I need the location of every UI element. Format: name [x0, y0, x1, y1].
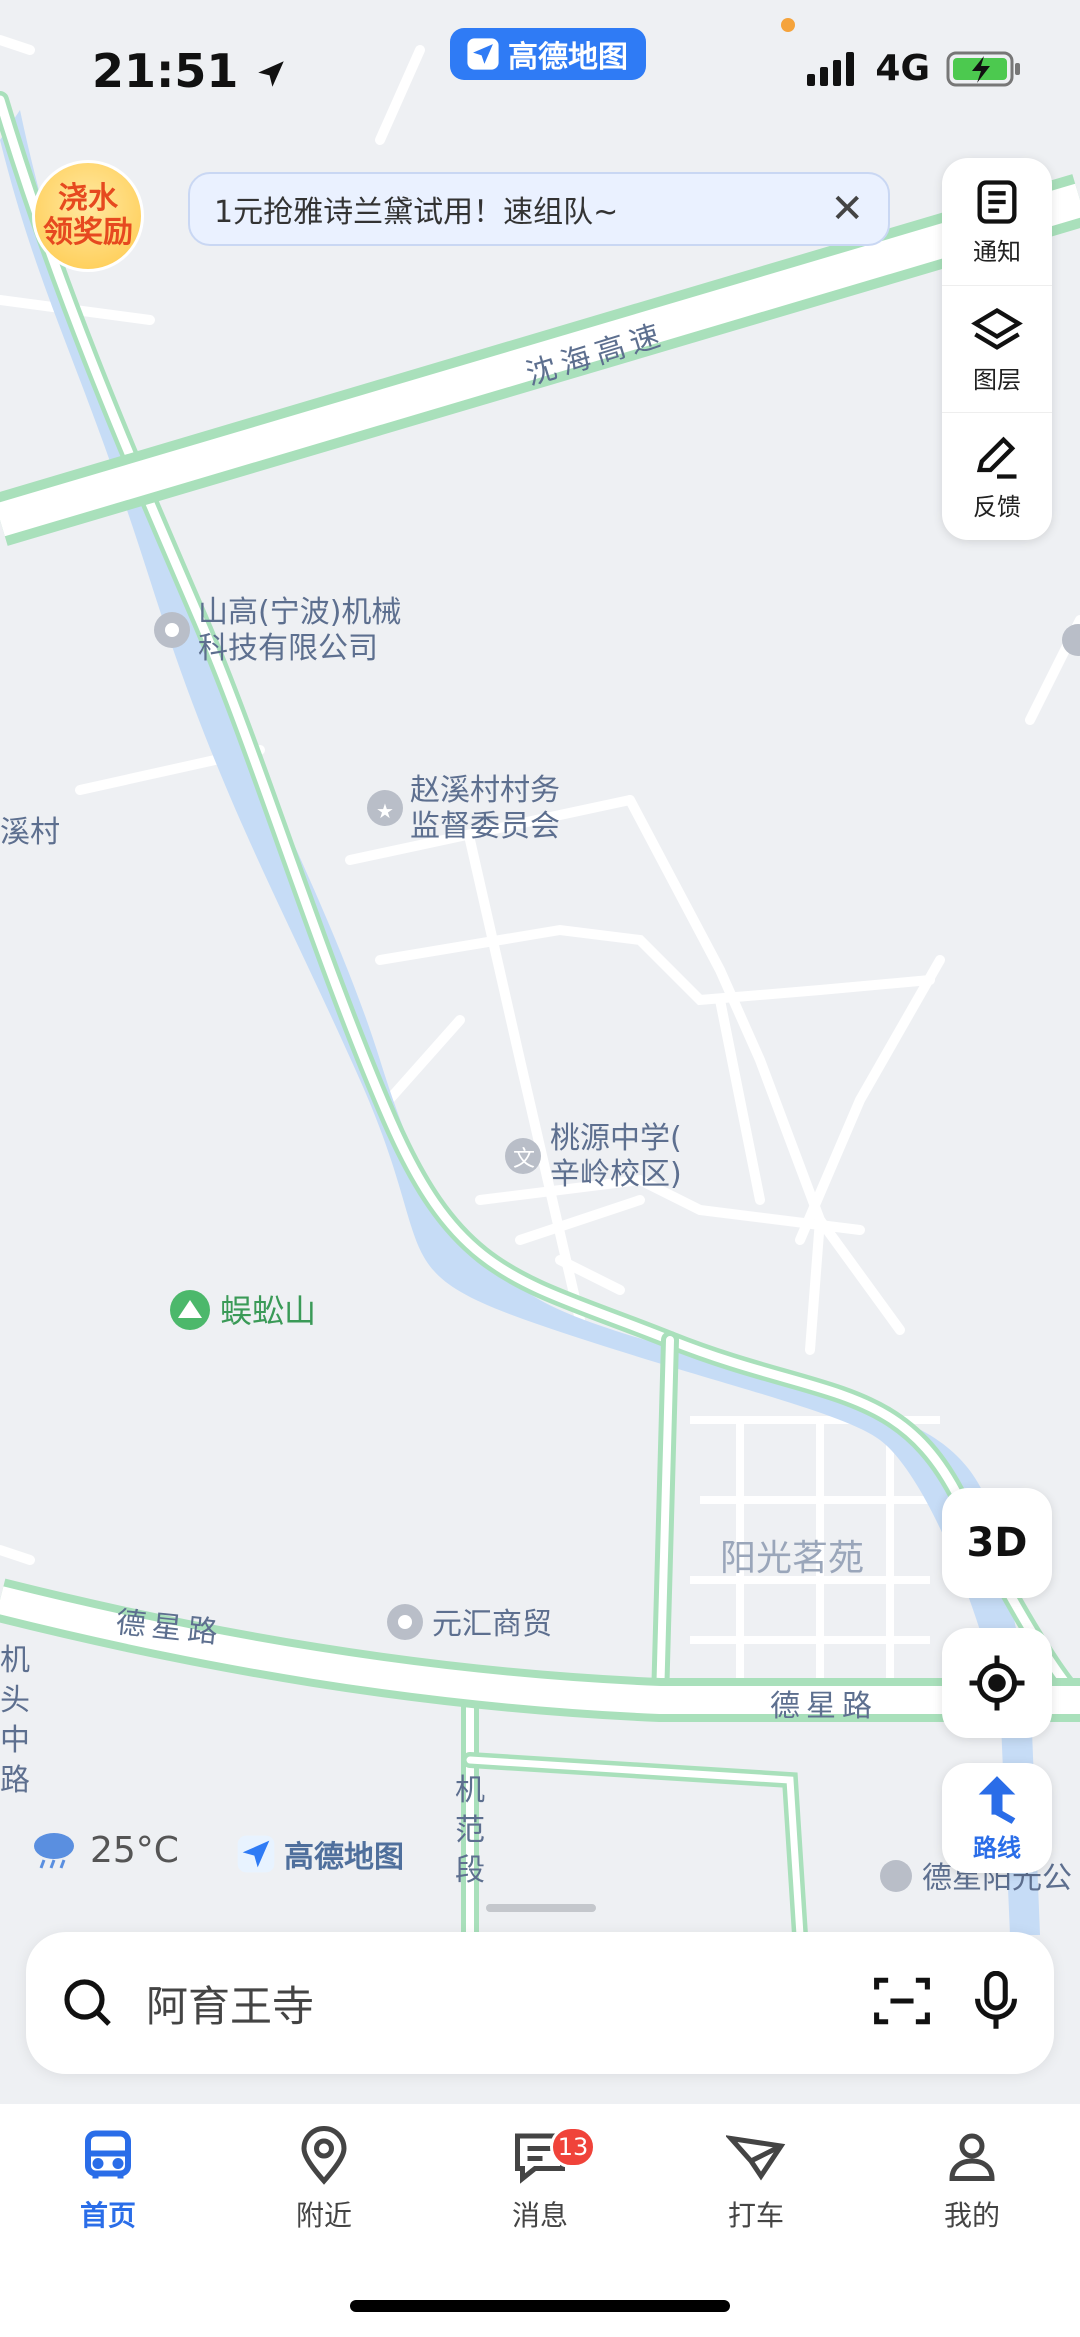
poi-yuanhui[interactable]: 元汇商贸 — [387, 1604, 552, 1642]
svg-text:文: 文 — [513, 1147, 535, 1172]
status-time: 21:51 — [92, 44, 288, 98]
route-button[interactable]: 路线 — [942, 1763, 1052, 1873]
svg-text:蜈蚣山: 蜈蚣山 — [220, 1292, 316, 1330]
locate-button[interactable] — [942, 1628, 1052, 1738]
battery-charging-icon — [946, 51, 1020, 86]
dexing-road-label-right: 德星路 — [770, 1689, 878, 1724]
water-reward-badge[interactable]: 浇水 领奖励 — [32, 160, 144, 272]
map-tools-panel: 通知 图层 反馈 — [942, 158, 1052, 540]
profile-icon — [949, 2133, 995, 2181]
map-canvas[interactable]: 沈海高速 德星路 德星路 机 范 段 机 头 中 路 山高(宁波)机械 科技有限… — [0, 0, 1080, 1935]
amap-watermark: 高德地图 — [236, 1832, 404, 1876]
voice-button[interactable] — [972, 1970, 1020, 2035]
search-input[interactable]: 阿育王寺 — [146, 1973, 832, 2034]
poi-mountain[interactable]: 蜈蚣山 — [170, 1290, 316, 1330]
bus-icon — [85, 2130, 131, 2179]
location-pin-icon — [301, 2126, 347, 2185]
jifan-road-label: 机 范 段 — [455, 1773, 485, 1888]
amap-logo-icon — [467, 38, 499, 70]
tool-layers[interactable]: 图层 — [942, 284, 1052, 413]
route-arrow-icon — [978, 1775, 1016, 1824]
tab-messages[interactable]: 消息 13 — [470, 2126, 610, 2234]
promo-banner[interactable]: 1元抢雅诗兰黛试用！速组队~ ✕ — [188, 172, 890, 246]
tab-nearby[interactable]: 附近 — [254, 2126, 394, 2234]
svg-text:辛岭校区): 辛岭校区) — [550, 1157, 682, 1192]
close-icon[interactable]: ✕ — [830, 186, 864, 232]
svg-text:范: 范 — [455, 1813, 485, 1848]
notice-icon — [977, 180, 1017, 224]
microphone-icon — [975, 1970, 1017, 2029]
app-back-pill[interactable]: 高德地图 — [450, 28, 646, 80]
tab-taxi[interactable]: 打车 — [686, 2126, 826, 2234]
location-arrow-icon — [258, 61, 285, 87]
promo-banner-text: 1元抢雅诗兰黛试用！速组队~ — [214, 195, 619, 230]
status-indicators: 4G — [807, 48, 1022, 89]
svg-text:段: 段 — [455, 1853, 485, 1888]
tab-home[interactable]: 首页 — [38, 2126, 178, 2234]
tool-feedback[interactable]: 反馈 — [942, 412, 1052, 540]
weather-widget[interactable]: 25°C — [30, 1828, 179, 1872]
scan-icon — [874, 1977, 930, 2025]
privacy-indicator-dot — [781, 18, 795, 32]
svg-text:赵溪村村务: 赵溪村村务 — [410, 773, 560, 808]
svg-text:机: 机 — [455, 1773, 485, 1808]
locate-crosshair-icon — [969, 1655, 1025, 1711]
amap-logo-icon — [237, 1835, 275, 1873]
svg-text:科技有限公司: 科技有限公司 — [198, 631, 378, 666]
home-indicator[interactable] — [350, 2300, 730, 2312]
svg-text:★: ★ — [376, 799, 394, 823]
scan-button[interactable] — [872, 1973, 932, 2033]
message-count-badge: 13 — [550, 2126, 596, 2168]
feedback-icon — [976, 436, 1017, 479]
svg-text:头: 头 — [0, 1683, 30, 1718]
svg-text:元汇商贸: 元汇商贸 — [432, 1607, 552, 1642]
network-type: 4G — [875, 48, 930, 89]
rain-cloud-icon — [34, 1833, 74, 1869]
signal-icon — [807, 51, 855, 86]
svg-text:路: 路 — [0, 1763, 30, 1798]
search-bar[interactable]: 阿育王寺 — [26, 1932, 1054, 2074]
3d-toggle-button[interactable]: 3D — [942, 1488, 1052, 1598]
drawer-handle[interactable] — [486, 1904, 596, 1912]
tool-notice[interactable]: 通知 — [942, 158, 1052, 285]
label-xi-village: 溪村 — [0, 815, 60, 850]
svg-text:中: 中 — [0, 1723, 30, 1758]
svg-text:山高(宁波)机械: 山高(宁波)机械 — [198, 595, 401, 630]
tab-profile[interactable]: 我的 — [902, 2126, 1042, 2234]
area-yangguang: 阳光茗苑 — [720, 1538, 864, 1579]
search-icon — [64, 1979, 111, 2026]
svg-text:机: 机 — [0, 1643, 30, 1678]
svg-text:监督委员会: 监督委员会 — [410, 809, 560, 844]
taxi-icon — [726, 2135, 786, 2181]
layers-icon — [971, 307, 1023, 350]
svg-text:桃源中学(: 桃源中学( — [550, 1121, 682, 1156]
